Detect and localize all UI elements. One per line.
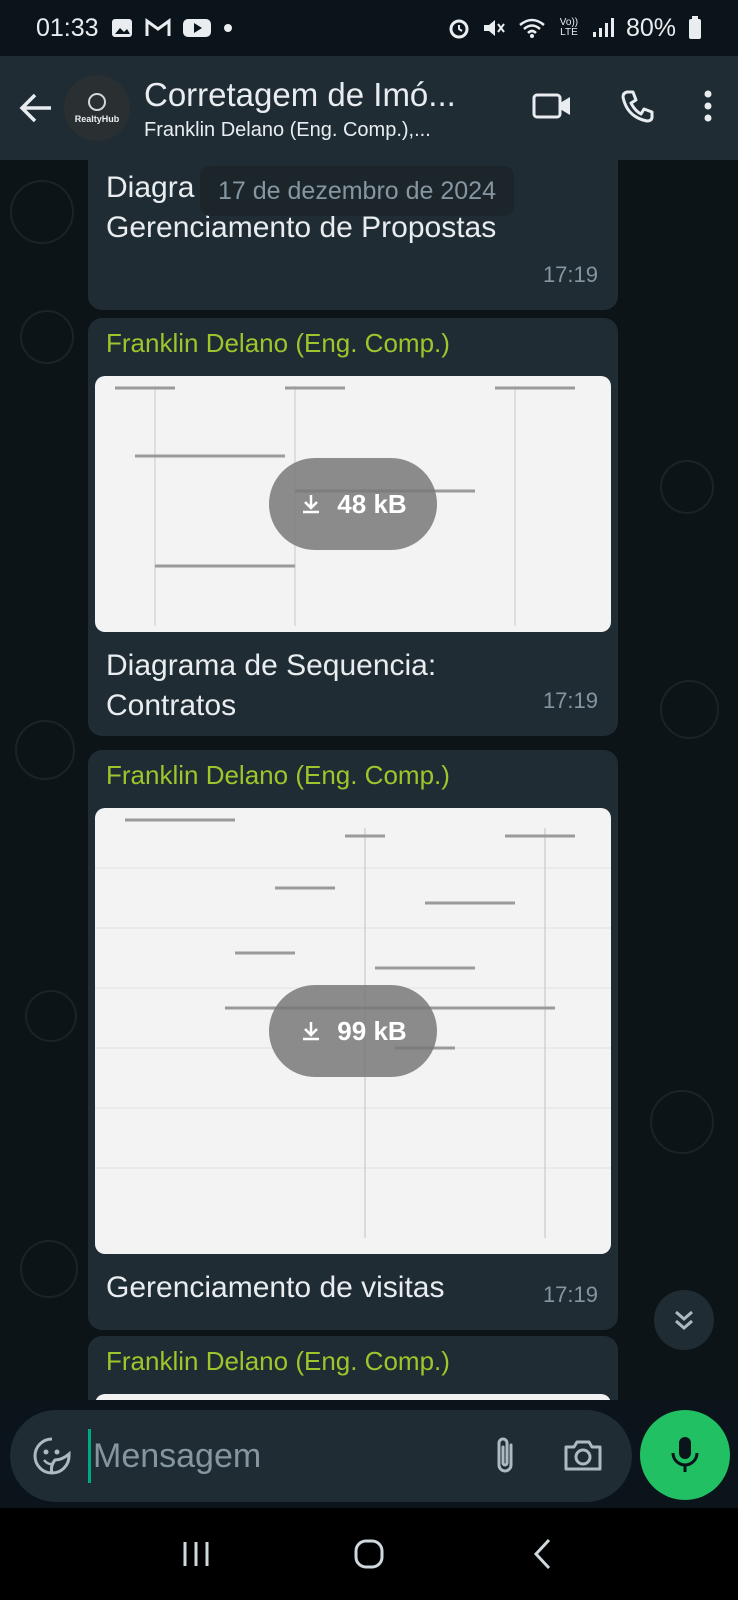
wallpaper-doodle	[10, 180, 74, 244]
camera-icon	[564, 1440, 602, 1471]
sticker-icon	[33, 1437, 71, 1475]
recents-icon	[183, 1542, 209, 1566]
mute-icon	[483, 20, 505, 36]
battery-icon	[689, 16, 701, 39]
dot-icon	[223, 24, 232, 32]
home-button[interactable]	[339, 1524, 399, 1584]
message-composer	[10, 1410, 632, 1502]
message-bubble[interactable]: Franklin Delano (Eng. Comp.) 48 kB Diagr…	[88, 318, 618, 736]
wallpaper-doodle	[25, 990, 77, 1042]
download-icon	[303, 495, 320, 514]
system-back-button[interactable]	[512, 1524, 572, 1584]
status-bar: 01:33 Vo)) LTE 80%	[0, 0, 738, 56]
emoji-sticker-button[interactable]	[28, 1432, 76, 1480]
status-time: 01:33	[36, 13, 99, 42]
wallpaper-doodle	[20, 1240, 78, 1298]
wallpaper-doodle	[20, 310, 74, 364]
wallpaper-doodle	[15, 720, 75, 780]
microphone-icon	[671, 1437, 699, 1472]
group-avatar[interactable]: RealtyHub	[64, 75, 130, 141]
message-bubble[interactable]: Franklin Delano (Eng. Comp.) 99 kB Geren…	[88, 750, 618, 1330]
message-caption: Diagrama de Sequencia: Contratos	[88, 632, 618, 726]
chat-title: Corretagem de Imó...	[144, 75, 456, 113]
double-chevron-down-icon	[675, 1310, 693, 1330]
gmail-icon	[145, 18, 171, 36]
header-actions	[524, 78, 720, 134]
video-call-button[interactable]	[524, 78, 580, 134]
scroll-to-bottom-button[interactable]	[654, 1290, 714, 1350]
more-options-button[interactable]	[696, 78, 720, 134]
message-time: 17:19	[542, 1282, 598, 1307]
wallpaper-doodle	[660, 680, 719, 739]
image-preview[interactable]: 99 kB	[95, 808, 611, 1254]
arrow-left-icon	[19, 93, 51, 123]
download-icon	[303, 1022, 320, 1041]
chevron-left-icon	[533, 1538, 550, 1570]
wallpaper-doodle	[650, 1090, 714, 1154]
image-icon	[111, 19, 132, 37]
voice-call-button[interactable]	[610, 78, 666, 134]
caption-line: Contratos	[106, 689, 237, 722]
alarm-icon	[449, 19, 469, 39]
system-nav-bar	[0, 1508, 738, 1600]
chat-participants: Franklin Delano (Eng. Comp.),...	[144, 118, 431, 141]
recent-apps-button[interactable]	[166, 1524, 226, 1584]
battery-percent: 80%	[625, 13, 676, 42]
image-preview[interactable]: 48 kB	[95, 376, 611, 632]
volte-icon: Vo)) LTE	[559, 17, 579, 38]
chat-area[interactable]: Diagra Gerenciamento de Propostas 17:19 …	[0, 160, 738, 1400]
download-button[interactable]: 48 kB	[269, 458, 437, 550]
home-icon	[354, 1539, 384, 1569]
message-input[interactable]	[88, 1429, 455, 1483]
attach-button[interactable]	[480, 1430, 530, 1480]
chat-header: RealtyHub Corretagem de Imó... Franklin …	[0, 56, 738, 160]
paperclip-icon	[497, 1437, 513, 1473]
status-left: 01:33	[36, 14, 233, 43]
caption-line: Diagrama de Sequencia:	[106, 649, 437, 682]
caption-line: Gerenciamento de visitas	[106, 1271, 445, 1304]
sender-name[interactable]: Franklin Delano (Eng. Comp.)	[88, 750, 618, 800]
wallpaper-doodle	[660, 460, 714, 514]
file-size: 48 kB	[337, 488, 407, 519]
message-time: 17:19	[542, 262, 598, 287]
phone-icon	[621, 90, 654, 123]
kebab-menu-icon	[704, 90, 712, 122]
sender-name[interactable]: Franklin Delano (Eng. Comp.)	[88, 318, 618, 368]
message-bubble[interactable]: Franklin Delano (Eng. Comp.)	[88, 1336, 618, 1400]
voice-message-button[interactable]	[640, 1410, 730, 1500]
image-preview[interactable]	[95, 1394, 611, 1400]
message-caption: Gerenciamento de visitas	[88, 1254, 618, 1308]
file-size: 99 kB	[337, 1015, 407, 1046]
signal-icon	[592, 18, 614, 37]
chat-info[interactable]: Corretagem de Imó... Franklin Delano (En…	[144, 75, 484, 142]
youtube-icon	[182, 19, 211, 37]
video-camera-icon	[532, 93, 570, 119]
date-chip: 17 de dezembro de 2024	[200, 166, 514, 216]
logo-icon	[88, 92, 106, 111]
camera-button[interactable]	[558, 1430, 608, 1480]
wifi-icon	[519, 18, 545, 38]
download-button[interactable]: 99 kB	[269, 985, 437, 1077]
sender-name[interactable]: Franklin Delano (Eng. Comp.)	[88, 1336, 618, 1386]
status-right: Vo)) LTE 80%	[448, 14, 702, 43]
back-button[interactable]	[10, 82, 62, 134]
avatar-label: RealtyHub	[74, 113, 120, 124]
message-time: 17:19	[542, 688, 598, 713]
